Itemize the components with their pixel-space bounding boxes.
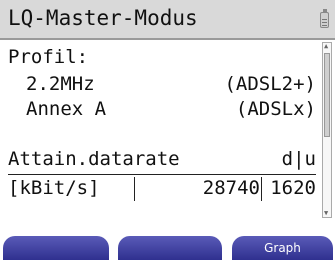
profile-label: Profil: [8,46,89,68]
downstream-datarate: 28740 [202,177,260,199]
profile-mode: (ADSL2+) [224,73,316,95]
upstream-datarate: 1620 [270,177,316,199]
vertical-scrollbar[interactable]: ▲ ▼ [322,42,332,218]
softkey-bar: Graph [0,234,335,260]
annex-type: (ADSLx) [235,98,316,120]
scroll-down-arrow-icon[interactable]: ▼ [324,210,328,217]
scroll-up-arrow-icon[interactable]: ▲ [324,43,328,50]
softkey-2[interactable] [118,236,222,260]
column-separator [261,177,262,201]
title-bar: LQ-Master-Modus [0,0,335,40]
datarate-unit: [kBit/s] [8,177,100,199]
annex-label: Annex A [26,98,107,120]
softkey-1[interactable] [3,236,109,260]
page-title: LQ-Master-Modus [8,6,198,30]
graph-softkey[interactable]: Graph [232,236,333,260]
profile-frequency: 2.2MHz [26,73,95,95]
scroll-thumb[interactable] [324,53,330,137]
down-up-header: d|u [281,148,316,170]
attain-datarate-label: Attain.datarate [8,148,180,170]
column-separator [134,177,135,201]
main-content: Profil: 2.2MHz (ADSL2+) Annex A (ADSLx) … [0,40,320,232]
battery-icon [320,9,329,28]
table-divider [8,174,316,175]
